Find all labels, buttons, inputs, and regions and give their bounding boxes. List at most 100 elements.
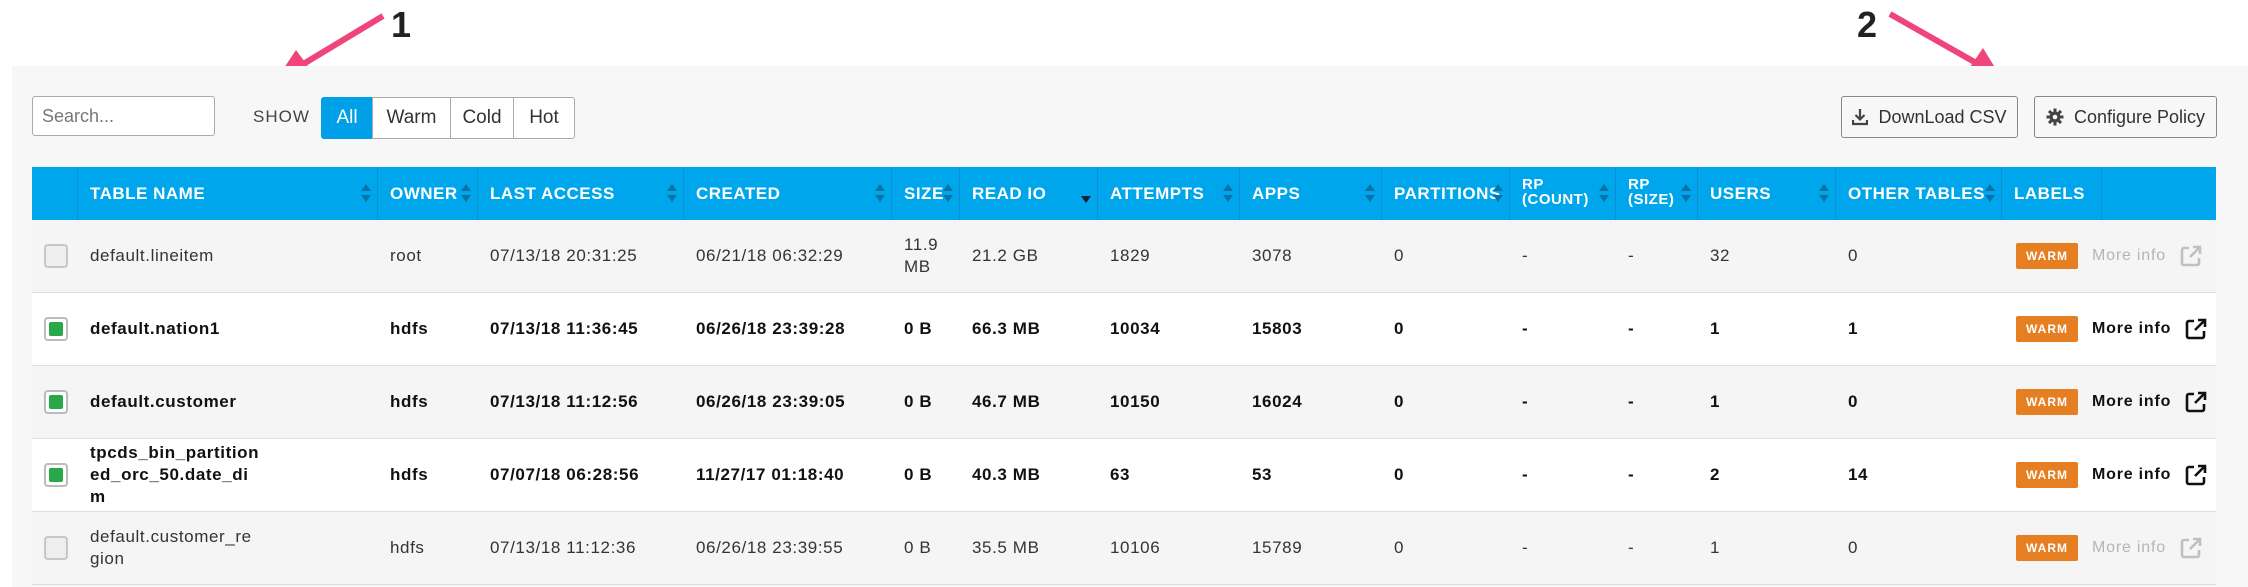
cell-apps: 15789 [1240, 512, 1382, 584]
cell-table-name-text: default.lineitem [90, 246, 214, 265]
cell-size: 0 B [892, 439, 960, 511]
table-row[interactable]: default.lineitem root 07/13/18 20:31:25 06/… [32, 220, 2216, 293]
header-labels: LABELS [2002, 167, 2102, 220]
search-input[interactable] [32, 96, 215, 136]
sort-desc-icon [1081, 184, 1091, 204]
sort-icon [875, 184, 885, 204]
row-checkbox-checked[interactable] [44, 463, 68, 487]
cell-rp-count: - [1510, 439, 1616, 511]
external-link-icon [2185, 318, 2207, 340]
cell-last-access-text: 07/13/18 11:12:36 [490, 538, 637, 557]
header-select-column [32, 167, 78, 220]
cell-users: 1 [1698, 366, 1836, 438]
cell-partitions: 0 [1382, 366, 1510, 438]
cell-partitions: 0 [1382, 220, 1510, 292]
cell-apps-text: 15789 [1252, 538, 1303, 557]
more-info-link[interactable]: More info [2092, 293, 2207, 365]
cell-other-tables: 0 [1836, 512, 2002, 584]
header-rp-size[interactable]: RP (SIZE) [1616, 167, 1698, 220]
cell-other-tables: 0 [1836, 220, 2002, 292]
more-info-link[interactable]: More info [2092, 366, 2207, 438]
cell-rp-size-text: - [1628, 392, 1635, 411]
cell-users: 1 [1698, 512, 1836, 584]
cell-table-name: tpcds_bin_partitioned_orc_50.date_dim [78, 439, 378, 511]
warm-badge: WARM [2016, 243, 2078, 269]
cell-rp-count: - [1510, 512, 1616, 584]
cell-partitions-text: 0 [1394, 465, 1405, 484]
header-partitions[interactable]: PARTITIONS [1382, 167, 1510, 220]
filter-warm-button[interactable]: Warm [372, 97, 451, 139]
cell-other-tables-text: 0 [1848, 538, 1859, 557]
row-checkbox[interactable] [44, 536, 68, 560]
external-link-icon [2185, 391, 2207, 413]
filter-cold-button[interactable]: Cold [450, 97, 514, 139]
cell-rp-count-text: - [1522, 538, 1529, 557]
cell-users: 1 [1698, 293, 1836, 365]
cell-table-name: default.customer [78, 366, 378, 438]
header-label: RP (COUNT) [1522, 176, 1589, 208]
cell-created: 06/26/18 23:39:28 [684, 293, 892, 365]
sort-icon [943, 184, 953, 204]
table-row[interactable]: default.customer_region hdfs 07/13/18 11:1… [32, 512, 2216, 585]
header-size[interactable]: SIZE [892, 167, 960, 220]
cell-read-io-text: 46.7 MB [972, 392, 1041, 411]
more-info-link[interactable]: More info [2092, 220, 2202, 292]
header-table-name[interactable]: TABLE NAME [78, 167, 378, 220]
header-apps[interactable]: APPS [1240, 167, 1382, 220]
cell-attempts-text: 10106 [1110, 538, 1161, 557]
warm-badge: WARM [2016, 535, 2078, 561]
header-users[interactable]: USERS [1698, 167, 1836, 220]
cell-last-access-text: 07/07/18 06:28:56 [490, 465, 640, 484]
header-created[interactable]: CREATED [684, 167, 892, 220]
more-info-link[interactable]: More info [2092, 512, 2202, 584]
configure-policy-label: Configure Policy [2073, 106, 2206, 127]
cell-created-text: 06/26/18 23:39:28 [696, 319, 846, 338]
table-row[interactable]: default.customer hdfs 07/13/18 11:12:56 06/… [32, 366, 2216, 439]
cell-created: 06/26/18 23:39:55 [684, 512, 892, 584]
cell-users-text: 1 [1710, 538, 1721, 557]
cell-last-access-text: 07/13/18 11:36:45 [490, 319, 639, 338]
table-row[interactable]: default.nation1 hdfs 07/13/18 11:36:45 06/2… [32, 293, 2216, 366]
header-read-io[interactable]: READ IO [960, 167, 1098, 220]
configure-policy-button[interactable]: Configure Policy [2034, 96, 2217, 138]
header-rp-count[interactable]: RP (COUNT) [1510, 167, 1616, 220]
cell-table-name-text: tpcds_bin_partitioned_orc_50.date_dim [90, 443, 260, 506]
row-checkbox-checked[interactable] [44, 390, 68, 414]
header-last-access[interactable]: LAST ACCESS [478, 167, 684, 220]
header-attempts[interactable]: ATTEMPTS [1098, 167, 1240, 220]
cell-users-text: 1 [1710, 319, 1721, 338]
cell-attempts: 63 [1098, 439, 1240, 511]
filter-all-button[interactable]: All [321, 97, 373, 139]
cell-labels: WARM [2002, 366, 2102, 438]
cell-rp-size-text: - [1628, 319, 1635, 338]
cell-read-io: 40.3 MB [960, 439, 1098, 511]
download-csv-button[interactable]: DownLoad CSV [1841, 96, 2018, 138]
more-info-label: More info [2092, 539, 2166, 556]
row-checkbox[interactable] [44, 244, 68, 268]
more-info-link[interactable]: More info [2092, 439, 2207, 511]
cell-labels: WARM [2002, 512, 2102, 584]
cell-attempts: 10034 [1098, 293, 1240, 365]
header-other-tables[interactable]: OTHER TABLES [1836, 167, 2002, 220]
cell-partitions: 0 [1382, 512, 1510, 584]
table-row[interactable]: tpcds_bin_partitioned_orc_50.date_dim hdf… [32, 439, 2216, 512]
cell-read-io-text: 35.5 MB [972, 538, 1040, 557]
cell-partitions-text: 0 [1394, 246, 1405, 265]
sort-icon [1819, 184, 1829, 204]
cell-last-access-text: 07/13/18 11:12:56 [490, 392, 639, 411]
header-owner[interactable]: OWNER [378, 167, 478, 220]
cell-apps: 15803 [1240, 293, 1382, 365]
cell-size-text: 0 B [904, 319, 933, 338]
cell-read-io: 66.3 MB [960, 293, 1098, 365]
cell-rp-size-text: - [1628, 465, 1635, 484]
header-actions [2102, 167, 2216, 220]
filter-hot-button[interactable]: Hot [513, 97, 575, 139]
cell-table-name: default.customer_region [78, 512, 378, 584]
row-checkbox-checked[interactable] [44, 317, 68, 341]
cell-other-tables-text: 0 [1848, 392, 1859, 411]
cell-attempts: 10106 [1098, 512, 1240, 584]
cell-users: 2 [1698, 439, 1836, 511]
cell-owner-text: hdfs [390, 465, 429, 484]
cell-attempts-text: 10150 [1110, 392, 1161, 411]
cell-partitions: 0 [1382, 439, 1510, 511]
